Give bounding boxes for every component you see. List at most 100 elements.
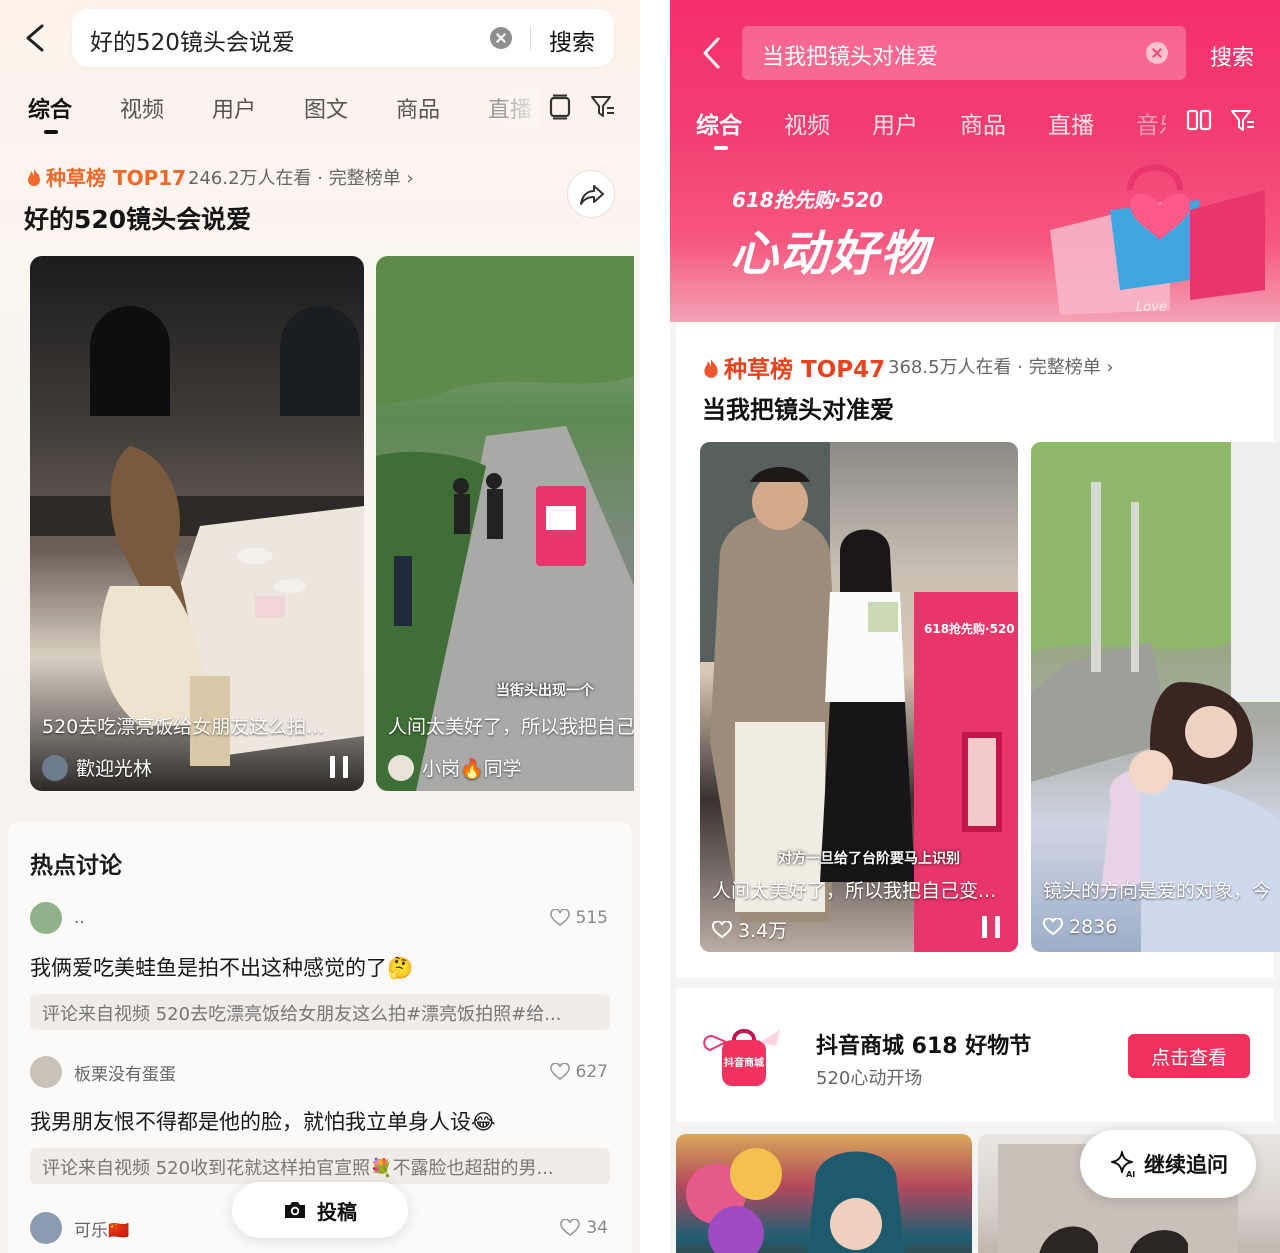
- video-overlay-text: 对方一旦给了台阶要马上识别: [778, 851, 960, 867]
- back-arrow-icon[interactable]: [700, 36, 724, 70]
- fire-icon: [704, 359, 718, 378]
- dual-column-icon[interactable]: [1186, 108, 1212, 132]
- search-box[interactable]: 好的520镜头会说爱 搜索: [72, 9, 614, 67]
- comment-user[interactable]: 板栗没有蛋蛋: [30, 1056, 176, 1088]
- search-input[interactable]: 好的520镜头会说爱: [90, 23, 295, 57]
- video-caption: 人间太美好了，所以我把自己变...: [712, 880, 997, 902]
- search-button[interactable]: 搜索: [1210, 40, 1254, 72]
- gift-bag-icon: [1050, 164, 1265, 315]
- ai-follow-up-button[interactable]: AI 继续追问: [1080, 1130, 1256, 1198]
- tab-goods[interactable]: 商品: [960, 106, 1006, 140]
- avatar: [30, 1212, 62, 1244]
- promo-title[interactable]: 心动好物: [730, 214, 930, 284]
- promo-header: 当我把镜头对准爱 搜索 综合 视频 用户 商品 直播 音乐 618抢先购·520…: [670, 0, 1280, 322]
- video-caption: 520去吃漂亮饭给女朋友这么拍...: [42, 716, 325, 738]
- search-box[interactable]: 当我把镜头对准爱: [742, 26, 1186, 80]
- topic-title: 当我把镜头对准爱: [702, 396, 894, 424]
- mall-title: 抖音商城 618 好物节: [816, 1034, 1032, 1059]
- tab-goods[interactable]: 商品: [396, 92, 440, 124]
- video-thumbnail-flowers: [686, 1148, 905, 1253]
- tab-comprehensive[interactable]: 综合: [696, 106, 742, 140]
- view-button[interactable]: 点击查看: [1128, 1034, 1250, 1078]
- video-card[interactable]: 520去吃漂亮饭给女朋友这么拍... 歡迎光林: [30, 256, 364, 791]
- tab-indicator: [44, 130, 58, 134]
- pause-icon[interactable]: [982, 916, 1000, 938]
- comment-like[interactable]: 515: [549, 908, 608, 928]
- like-count: 3.4万: [738, 920, 788, 942]
- comment-user[interactable]: ..: [30, 902, 85, 934]
- mall-card[interactable]: 抖音商城 抖音商城 618 好物节 520心动开场 点击查看: [676, 988, 1274, 1122]
- like-count: 515: [575, 908, 608, 928]
- tab-image-text[interactable]: 图文: [304, 92, 348, 124]
- ranking-meta: 246.2万人在看 · 完整榜单 ›: [188, 168, 414, 189]
- video-card[interactable]: [676, 1134, 972, 1253]
- tablet-icon[interactable]: [548, 94, 572, 120]
- like-count: 627: [575, 1062, 608, 1082]
- heart-icon: [549, 1063, 570, 1080]
- tab-user[interactable]: 用户: [212, 92, 256, 124]
- search-input[interactable]: 当我把镜头对准爱: [762, 39, 938, 71]
- comment-username: ..: [74, 908, 85, 928]
- heart-icon: [1043, 918, 1063, 936]
- video-author[interactable]: 歡迎光林: [42, 754, 152, 781]
- tab-live[interactable]: 直播: [1048, 106, 1094, 140]
- ranking-meta: 368.5万人在看 · 完整榜单 ›: [888, 357, 1114, 378]
- comment-text: 我俩爱吃美蛙鱼是拍不出这种感觉的了🤔: [30, 956, 414, 980]
- comment-text: 我男朋友恨不得都是他的脸，就怕我立单身人设😂: [30, 1110, 496, 1134]
- share-button[interactable]: [567, 170, 615, 218]
- hot-heading: 热点讨论: [30, 853, 122, 879]
- heart-icon: [560, 1219, 581, 1236]
- pause-icon[interactable]: [330, 756, 348, 778]
- ranking-badge: 种草榜 TOP17: [24, 162, 186, 191]
- right-screen: 当我把镜头对准爱 搜索 综合 视频 用户 商品 直播 音乐 618抢先购·520…: [670, 0, 1280, 1253]
- left-screen: 好的520镜头会说爱 搜索 综合 视频 用户 图文 商品 直播 种草榜 TOP1…: [0, 0, 640, 1253]
- comment-source[interactable]: 评论来自视频 520去吃漂亮饭给女朋友这么拍#漂亮饭拍照#给...: [30, 994, 610, 1030]
- tab-comprehensive[interactable]: 综合: [28, 92, 72, 124]
- camera-icon: [285, 1202, 305, 1218]
- tab-video[interactable]: 视频: [784, 106, 830, 140]
- search-button[interactable]: 搜索: [549, 23, 595, 57]
- comment-username: 可乐🇨🇳: [74, 1220, 130, 1241]
- ai-follow-up-label: 继续追问: [1144, 1153, 1228, 1177]
- video-thumbnail-street: [376, 256, 634, 791]
- promo-watermark: Love: [1136, 300, 1167, 315]
- avatar: [30, 902, 62, 934]
- comment-source[interactable]: 评论来自视频 520收到花就这样拍官宣照💐不露脸也超甜的男...: [30, 1148, 610, 1184]
- search-divider: [530, 26, 531, 50]
- video-caption: 人间太美好了，所以我把自己: [388, 716, 634, 738]
- clear-icon[interactable]: [490, 27, 512, 49]
- topic-title: 好的520镜头会说爱: [24, 205, 252, 234]
- video-author[interactable]: 小岗🔥同学: [388, 754, 522, 781]
- ranking-badge-label: 种草榜 TOP47: [724, 357, 886, 383]
- mall-logo-text: 抖音商城: [724, 1056, 764, 1069]
- post-button[interactable]: 投稿: [232, 1182, 408, 1238]
- filter-icon[interactable]: [1230, 108, 1256, 134]
- comment-user[interactable]: 可乐🇨🇳: [30, 1212, 129, 1244]
- comment-username: 板栗没有蛋蛋: [74, 1064, 176, 1085]
- video-card[interactable]: 当街头出现一个 人间太美好了，所以我把自己 小岗🔥同学: [376, 256, 634, 791]
- ai-sparkle-icon: AI: [1111, 1151, 1135, 1178]
- heart-icon: [549, 909, 570, 926]
- mall-subtitle: 520心动开场: [816, 1068, 923, 1089]
- clear-icon[interactable]: [1146, 42, 1168, 64]
- avatar: [42, 754, 68, 781]
- video-overlay-text: 当街头出现一个: [496, 683, 594, 699]
- tab-indicator: [714, 146, 728, 150]
- tab-video[interactable]: 视频: [120, 92, 164, 124]
- video-like[interactable]: 3.4万: [712, 916, 787, 943]
- promo-subtitle: 618抢先购·520: [732, 188, 884, 212]
- filter-icon[interactable]: [590, 94, 616, 120]
- tab-user[interactable]: 用户: [872, 106, 918, 140]
- tab-fade: [500, 88, 540, 128]
- avatar: [388, 754, 414, 781]
- comment-like[interactable]: 627: [549, 1062, 608, 1082]
- author-name: 歡迎光林: [76, 758, 153, 780]
- back-arrow-icon[interactable]: [22, 22, 50, 54]
- tab-music[interactable]: 音乐: [1136, 106, 1166, 140]
- post-button-label: 投稿: [317, 1199, 357, 1224]
- video-card[interactable]: 镜头的方向是爱的对象，今 2836: [1031, 442, 1280, 952]
- comment-like[interactable]: 34: [560, 1218, 608, 1238]
- tab-bar: 综合 视频 用户 图文 商品 直播: [0, 88, 640, 138]
- video-like[interactable]: 2836: [1043, 916, 1117, 938]
- video-card[interactable]: 618抢先购·520 对方一旦给了台阶要马上识别 人间太美好了，所以我把自己变.…: [700, 442, 1018, 952]
